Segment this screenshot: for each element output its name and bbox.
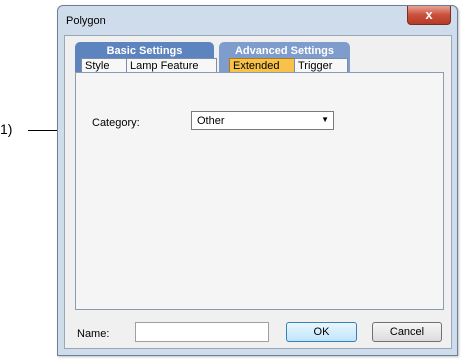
tab-lamp-feature[interactable]: Lamp Feature	[126, 58, 217, 73]
tab-group-label: Advanced Settings	[234, 45, 335, 57]
dialog-title: Polygon	[66, 15, 106, 27]
close-icon: x	[425, 7, 433, 22]
cancel-button[interactable]: Cancel	[372, 322, 442, 342]
name-label: Name:	[77, 328, 110, 340]
chevron-down-icon: ▼	[321, 115, 329, 124]
polygon-dialog: Polygon x Basic Settings Style Lamp Feat…	[57, 5, 458, 356]
category-value: Other	[197, 115, 225, 127]
tab-group-label: Basic Settings	[106, 45, 183, 57]
close-button[interactable]: x	[407, 6, 451, 25]
tab-style[interactable]: Style	[81, 58, 127, 73]
callout-number: 1)	[0, 121, 13, 137]
tab-extended[interactable]: Extended	[229, 58, 295, 73]
dialog-client: Basic Settings Style Lamp Feature Advanc…	[64, 35, 452, 349]
ok-button[interactable]: OK	[286, 322, 357, 342]
name-input[interactable]	[135, 322, 269, 342]
tab-panel-extended: Category: Other ▼	[75, 72, 444, 310]
category-dropdown[interactable]: Other ▼	[191, 111, 334, 130]
tab-trigger[interactable]: Trigger	[294, 58, 348, 73]
category-label: Category:	[92, 117, 140, 129]
